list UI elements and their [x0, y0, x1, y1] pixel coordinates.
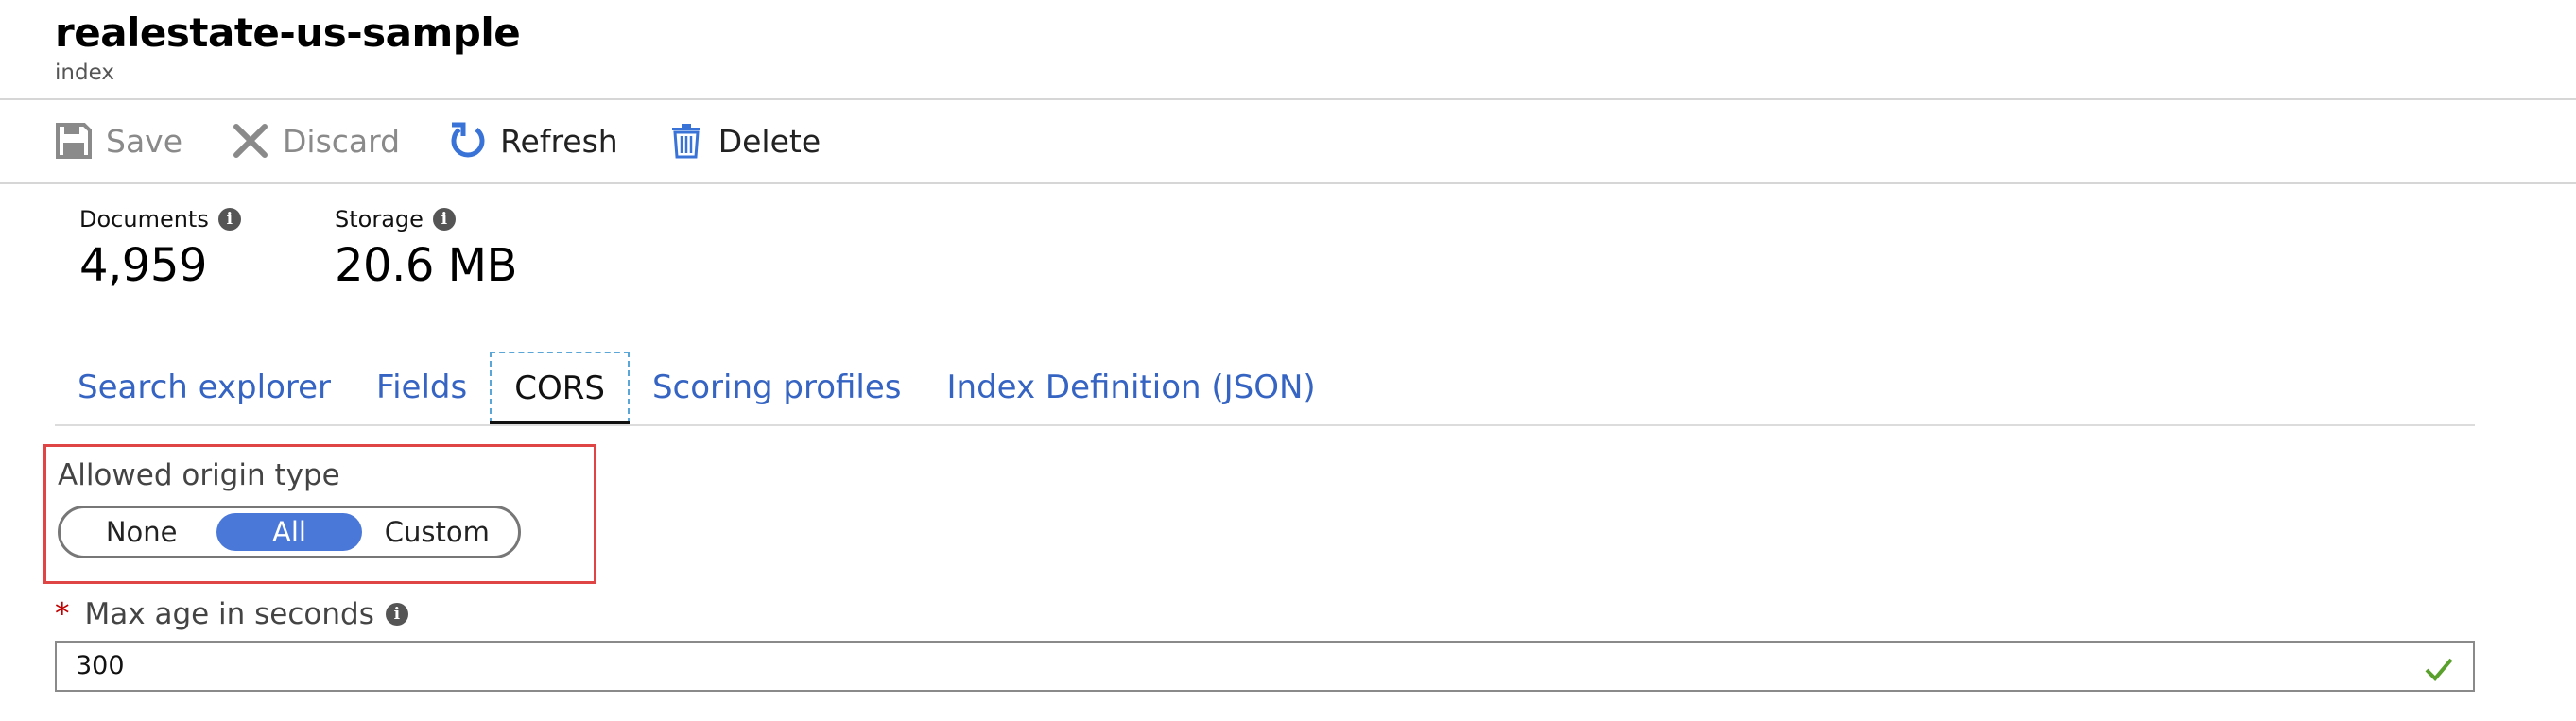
page-subtitle: index: [55, 60, 114, 85]
page-header: realestate-us-sample index: [55, 8, 521, 87]
max-age-label: Max age in seconds: [84, 597, 374, 631]
storage-value: 20.6 MB: [335, 239, 517, 292]
allowed-origin-type-label: Allowed origin type: [58, 458, 340, 492]
discard-x-icon: [230, 120, 271, 162]
save-label: Save: [106, 122, 183, 160]
tab-cors[interactable]: CORS: [490, 352, 630, 425]
delete-button[interactable]: Delete: [666, 120, 821, 162]
documents-label: Documents: [79, 206, 209, 232]
trash-icon: [666, 120, 707, 162]
save-button[interactable]: Save: [53, 120, 182, 162]
index-tabs: Search explorer Fields CORS Scoring prof…: [55, 352, 1339, 425]
checkmark-icon: [2424, 652, 2454, 699]
toolbar-divider: [0, 182, 2576, 184]
origin-option-custom[interactable]: Custom: [362, 513, 512, 551]
info-icon[interactable]: i: [432, 208, 456, 231]
storage-stat: Storage i 20.6 MB: [335, 206, 517, 295]
command-toolbar: Save Discard Refresh Delete: [53, 100, 868, 181]
refresh-icon: [447, 120, 489, 162]
page-title: realestate-us-sample: [55, 9, 521, 56]
tab-index-definition-json[interactable]: Index Definition (JSON): [925, 352, 1339, 423]
max-age-input[interactable]: 300: [55, 641, 2475, 692]
tab-fields[interactable]: Fields: [354, 352, 490, 423]
origin-option-all[interactable]: All: [216, 513, 362, 551]
discard-button[interactable]: Discard: [230, 120, 400, 162]
tabs-divider: [55, 424, 2475, 426]
required-indicator: *: [55, 597, 70, 631]
storage-label: Storage: [335, 206, 424, 232]
documents-stat: Documents i 4,959: [79, 206, 241, 295]
origin-type-toggle: None All Custom: [58, 506, 521, 558]
discard-label: Discard: [283, 122, 401, 160]
info-icon[interactable]: i: [385, 603, 408, 626]
save-icon: [53, 120, 95, 162]
refresh-button[interactable]: Refresh: [447, 120, 618, 162]
delete-label: Delete: [717, 122, 821, 160]
allowed-origin-type-group: Allowed origin type None All Custom: [43, 444, 596, 584]
tab-search-explorer[interactable]: Search explorer: [55, 352, 354, 423]
info-icon[interactable]: i: [217, 208, 241, 231]
documents-value: 4,959: [79, 239, 207, 292]
refresh-label: Refresh: [500, 122, 618, 160]
origin-option-none[interactable]: None: [66, 513, 216, 551]
max-age-label-row: * Max age in seconds i: [55, 597, 408, 631]
max-age-value: 300: [76, 651, 125, 680]
tab-scoring-profiles[interactable]: Scoring profiles: [630, 352, 925, 423]
